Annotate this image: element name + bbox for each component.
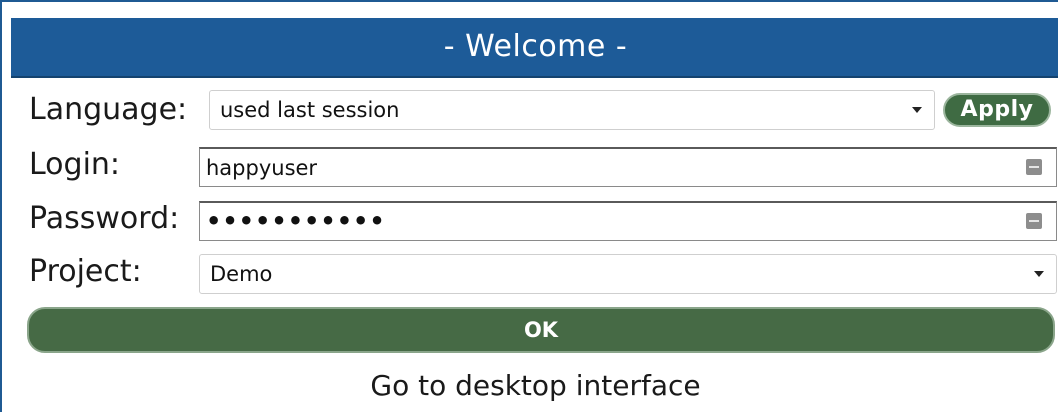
project-select-value: Demo [210, 262, 273, 286]
login-label: Login: [29, 147, 121, 182]
chevron-down-icon [1034, 271, 1044, 277]
login-input[interactable]: happyuser [199, 147, 1057, 187]
apply-button[interactable]: Apply [943, 93, 1051, 127]
language-label: Language: [29, 92, 188, 127]
language-select-value: used last session [220, 98, 400, 122]
language-select[interactable]: used last session [209, 90, 935, 130]
password-label: Password: [29, 201, 180, 236]
login-panel: - Welcome - Language: used last session … [0, 0, 1058, 412]
welcome-header: - Welcome - [11, 18, 1058, 78]
password-manager-icon[interactable] [1026, 213, 1042, 229]
project-label: Project: [29, 254, 142, 289]
password-manager-icon[interactable] [1026, 159, 1042, 175]
desktop-interface-link[interactable]: Go to desktop interface [11, 368, 1058, 404]
page-title: - Welcome - [443, 29, 628, 64]
project-select[interactable]: Demo [199, 254, 1057, 294]
login-input-value: happyuser [206, 156, 318, 180]
password-input[interactable]: ••••••••••• [199, 201, 1057, 241]
password-input-value: ••••••••••• [206, 207, 386, 235]
chevron-down-icon [912, 107, 922, 113]
ok-button[interactable]: OK [27, 307, 1055, 353]
